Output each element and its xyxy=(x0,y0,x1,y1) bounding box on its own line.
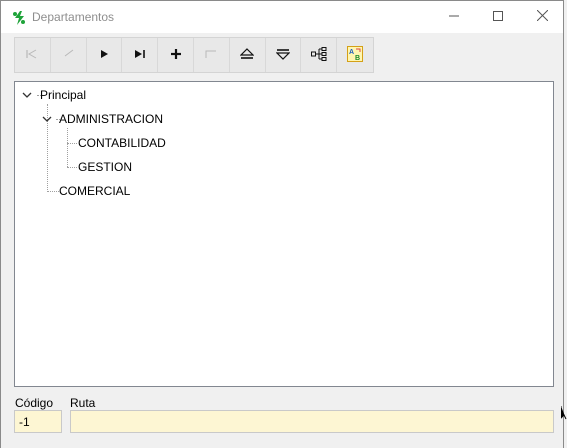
chevron-down-icon xyxy=(42,112,52,126)
maximize-icon xyxy=(493,10,503,24)
prev-icon xyxy=(62,48,74,62)
tree-node-label: CONTABILIDAD xyxy=(78,136,166,150)
departments-tree[interactable]: Principal ADMINISTRACION CONTABILIDAD GE… xyxy=(14,81,554,387)
close-button[interactable] xyxy=(519,1,565,33)
next-icon xyxy=(99,48,109,62)
tree-node-label: Principal xyxy=(40,88,87,102)
collapse-button[interactable] xyxy=(266,38,302,72)
tree-connector xyxy=(47,191,59,192)
tree-node-gestion[interactable]: GESTION xyxy=(78,158,132,176)
tree-node-principal[interactable]: Principal xyxy=(40,86,86,104)
svg-text:A: A xyxy=(349,49,354,56)
window-title: Departamentos xyxy=(32,10,115,24)
ruta-label: Ruta xyxy=(70,396,96,410)
edit-icon xyxy=(205,48,217,62)
plus-icon xyxy=(170,48,181,62)
codigo-field[interactable]: -1 xyxy=(14,410,62,433)
add-button[interactable] xyxy=(158,38,194,72)
mouse-cursor-icon xyxy=(560,406,567,420)
tree-node-label: ADMINISTRACION xyxy=(59,112,164,126)
minimize-button[interactable] xyxy=(431,1,477,33)
ruta-field[interactable] xyxy=(70,410,554,433)
last-icon xyxy=(134,48,146,62)
next-record-button[interactable] xyxy=(87,38,123,72)
departamentos-window: Departamentos A B Principal ADMINISTRACI… xyxy=(0,0,564,448)
eject-icon xyxy=(239,47,255,63)
hierarchy-icon xyxy=(310,46,327,64)
tree-node-label: COMERCIAL xyxy=(59,184,131,198)
first-icon xyxy=(26,48,38,62)
close-icon xyxy=(536,9,548,24)
tree-connector xyxy=(67,143,77,144)
app-logo-icon xyxy=(11,10,27,26)
tree-node-comercial[interactable]: COMERCIAL xyxy=(59,182,130,200)
last-record-button[interactable] xyxy=(122,38,159,72)
tree-node-contabilidad[interactable]: CONTABILIDAD xyxy=(78,134,166,152)
tree-structure-button[interactable] xyxy=(301,38,338,72)
codigo-label: Código xyxy=(15,396,54,410)
maximize-button[interactable] xyxy=(475,1,521,33)
rename-icon: AB xyxy=(347,45,364,65)
tree-node-label: GESTION xyxy=(78,160,133,174)
first-record-button[interactable] xyxy=(15,38,51,72)
tree-node-administracion[interactable]: ADMINISTRACION xyxy=(59,110,163,128)
minimize-icon xyxy=(449,10,459,24)
edit-button[interactable] xyxy=(194,38,230,72)
toolbar: AB xyxy=(14,37,374,73)
collapse-icon xyxy=(275,48,291,63)
prev-record-button[interactable] xyxy=(51,38,87,72)
svg-text:B: B xyxy=(355,55,360,62)
expand-button[interactable] xyxy=(230,38,266,72)
chevron-down-icon xyxy=(22,88,32,102)
tree-connector xyxy=(67,128,68,167)
expand-toggle-principal[interactable] xyxy=(22,90,32,100)
expand-toggle-administracion[interactable] xyxy=(42,114,52,124)
rename-button[interactable]: AB xyxy=(337,38,373,72)
title-bar[interactable]: Departamentos xyxy=(1,1,563,33)
tree-connector xyxy=(67,167,77,168)
